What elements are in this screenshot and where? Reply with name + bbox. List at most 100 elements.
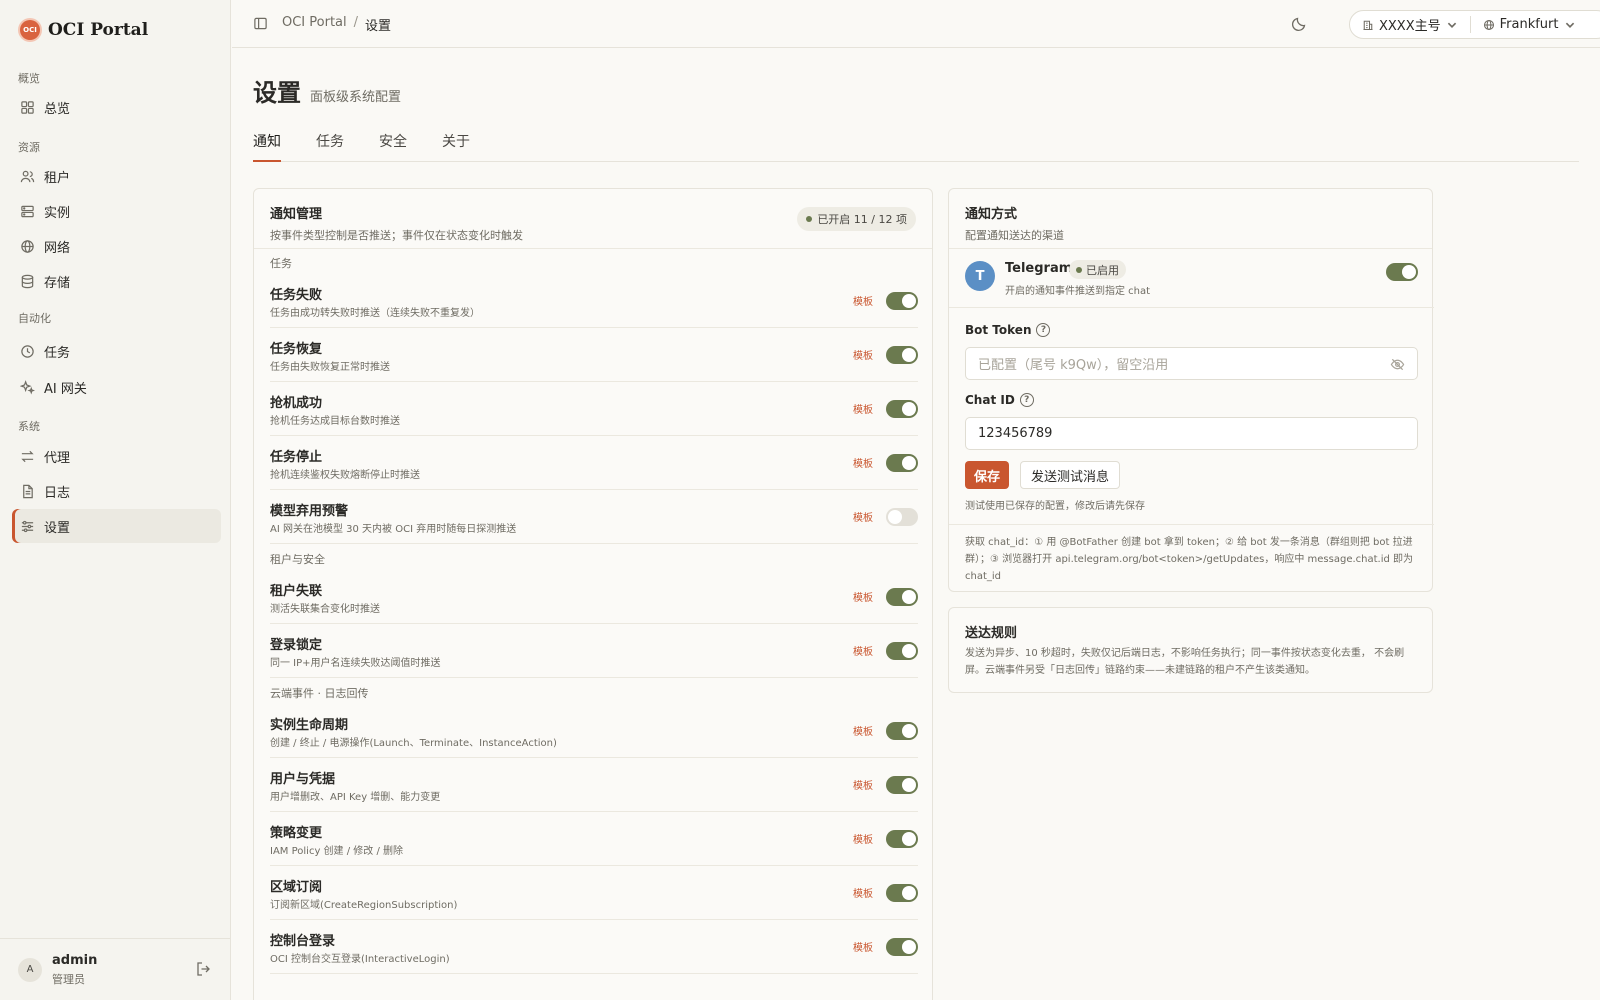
template-link[interactable]: 模板: [853, 831, 873, 846]
telegram-channel: T Telegram 已启用 开启的通知事件推送到指定 chat: [965, 260, 1418, 311]
brand-name: OCI Portal: [48, 20, 149, 40]
tab-notify[interactable]: 通知: [253, 122, 281, 162]
card-header: 通知管理 按事件类型控制是否推送；事件仅在状态变化时触发 已开启 11 / 12…: [254, 189, 932, 249]
region-selector[interactable]: Frankfurt: [1471, 10, 1588, 39]
top-header: OCI Portal / 设置 XXXX主号 Frankfurt: [232, 0, 1600, 48]
template-link[interactable]: 模板: [853, 293, 873, 308]
server-icon: [20, 204, 35, 219]
breadcrumb-home[interactable]: OCI Portal: [282, 15, 347, 34]
nav-group-label: 系统: [18, 420, 40, 433]
channel-description: 开启的通知事件推送到指定 chat: [1005, 286, 1151, 297]
notify-row-desc: IAM Policy 创建 / 修改 / 删除: [270, 846, 403, 857]
status-dot-icon: [806, 216, 813, 222]
logout-icon[interactable]: [195, 961, 211, 977]
notify-row-desc: 抢机任务达成目标台数时推送: [270, 416, 400, 427]
template-link[interactable]: 模板: [853, 643, 873, 658]
bot-token-input[interactable]: 已配置（尾号 k9Qw），留空沿用: [965, 347, 1418, 380]
template-link[interactable]: 模板: [853, 723, 873, 738]
sidebar-item-label: 设置: [44, 520, 71, 536]
sidebar-item-label: 代理: [44, 450, 71, 466]
sidebar-item-label: 实例: [44, 205, 71, 221]
notify-row-desc: 用户增删改、API Key 增删、能力变更: [270, 792, 441, 803]
sidebar-item-label: 网络: [44, 240, 71, 256]
notify-toggle[interactable]: [886, 776, 918, 794]
delivery-rules-card: 送达规则 发送为异步、10 秒超时，失败仅记后端日志，不影响任务执行；同一事件按…: [948, 607, 1433, 693]
notify-toggle[interactable]: [886, 642, 918, 660]
status-badge: 已开启 11 / 12 项: [797, 207, 916, 231]
account-selector[interactable]: XXXX主号: [1350, 10, 1470, 39]
sidebar-item-network[interactable]: 网络: [12, 229, 221, 263]
sidebar-item-logs[interactable]: 日志: [12, 474, 221, 508]
nav-group-label: 概览: [18, 72, 40, 85]
template-link[interactable]: 模板: [853, 589, 873, 604]
sidebar-item-label: 总览: [44, 101, 71, 117]
tab-security[interactable]: 安全: [379, 122, 407, 162]
status-badge: 已启用: [1069, 260, 1126, 279]
chat-id-input[interactable]: 123456789: [965, 417, 1418, 450]
arrows-icon: [20, 449, 35, 464]
help-icon[interactable]: ?: [1019, 393, 1034, 407]
file-icon: [20, 484, 35, 499]
channel-name: Telegram: [1005, 261, 1073, 276]
brand[interactable]: OCI OCI Portal: [20, 18, 148, 42]
sliders-icon: [20, 519, 35, 534]
telegram-toggle[interactable]: [1386, 263, 1418, 281]
notify-toggle[interactable]: [886, 400, 918, 418]
sidebar-item-label: AI 网关: [44, 381, 87, 397]
notify-toggle[interactable]: [886, 346, 918, 364]
notify-row-desc: 任务由成功转失败时推送（连续失败不重复发）: [270, 308, 480, 319]
building-icon: [1363, 20, 1373, 30]
template-link[interactable]: 模板: [853, 509, 873, 524]
page-subtitle: 面板级系统配置: [310, 90, 402, 105]
notify-toggle[interactable]: [886, 454, 918, 472]
notify-row: 模型弃用预警 AI 网关在池模型 30 天内被 OCI 弃用时随每日探测推送 模板: [270, 490, 918, 544]
sidebar-item-tasks[interactable]: 任务: [12, 334, 221, 368]
help-icon[interactable]: ?: [1036, 323, 1051, 337]
notify-toggle[interactable]: [886, 938, 918, 956]
notify-row-title: 租户失联: [270, 584, 323, 599]
template-link[interactable]: 模板: [853, 347, 873, 362]
notify-row-desc: 测活失联集合变化时推送: [270, 604, 380, 615]
sidebar-item-tenants[interactable]: 租户: [12, 159, 221, 193]
template-link[interactable]: 模板: [853, 939, 873, 954]
notify-row: 实例生命周期 创建 / 终止 / 电源操作(Launch、Terminate、In…: [270, 704, 918, 758]
send-test-button[interactable]: 发送测试消息: [1020, 461, 1121, 489]
chevron-down-icon: [1447, 22, 1456, 28]
template-link[interactable]: 模板: [853, 885, 873, 900]
template-link[interactable]: 模板: [853, 455, 873, 470]
notify-row-title: 任务停止: [270, 450, 323, 465]
notify-toggle[interactable]: [886, 884, 918, 902]
tab-about[interactable]: 关于: [442, 122, 470, 162]
notify-management-card: 通知管理 按事件类型控制是否推送；事件仅在状态变化时触发 已开启 11 / 12…: [253, 188, 933, 1000]
brand-logo-icon: OCI: [20, 20, 40, 40]
breadcrumb: OCI Portal / 设置: [282, 15, 391, 34]
tab-tasks[interactable]: 任务: [316, 122, 344, 162]
sidebar-item-storage[interactable]: 存储: [12, 264, 221, 298]
section-label: 租户与安全: [270, 553, 325, 566]
notify-toggle[interactable]: [886, 292, 918, 310]
sidebar-item-settings[interactable]: 设置: [12, 509, 221, 543]
notify-toggle[interactable]: [886, 508, 918, 526]
template-link[interactable]: 模板: [853, 777, 873, 792]
notify-row-desc: 抢机连续鉴权失败熔断停止时推送: [270, 470, 420, 481]
notify-toggle[interactable]: [886, 588, 918, 606]
notify-toggle[interactable]: [886, 830, 918, 848]
moon-icon[interactable]: [1291, 16, 1307, 32]
save-button[interactable]: 保存: [965, 461, 1010, 489]
sidebar-item-overview[interactable]: 总览: [12, 90, 221, 124]
eye-off-icon[interactable]: [1390, 357, 1405, 372]
notify-row: 任务恢复 任务由失败恢复正常时推送 模板: [270, 328, 918, 382]
template-link[interactable]: 模板: [853, 401, 873, 416]
sidebar-item-proxy[interactable]: 代理: [12, 439, 221, 473]
sidebar-toggle-icon[interactable]: [253, 16, 268, 31]
account-name: XXXX主号: [1379, 19, 1441, 34]
save-hint: 测试使用已保存的配置，修改后请先保存: [965, 501, 1145, 512]
notify-row: 区域订阅 订阅新区域(CreateRegionSubscription) 模板: [270, 866, 918, 920]
sidebar-item-ai-gateway[interactable]: AI 网关: [12, 370, 221, 404]
notify-toggle[interactable]: [886, 722, 918, 740]
avatar: A: [18, 957, 42, 982]
notify-row-title: 任务失败: [270, 288, 323, 303]
sidebar-item-instances[interactable]: 实例: [12, 194, 221, 228]
telegram-avatar: T: [965, 261, 995, 291]
database-icon: [20, 274, 35, 289]
